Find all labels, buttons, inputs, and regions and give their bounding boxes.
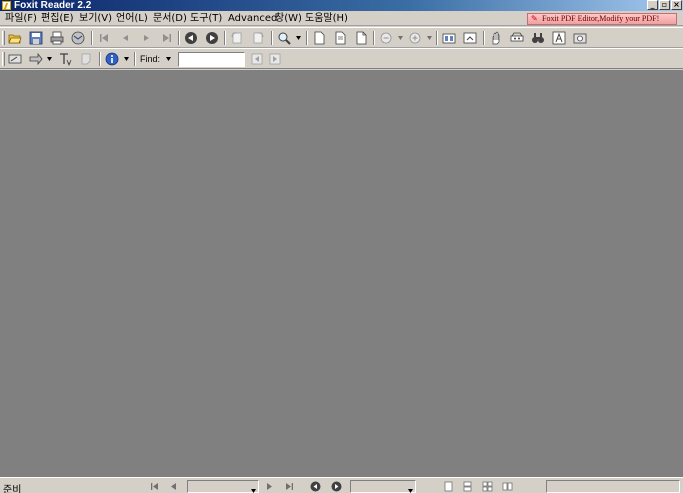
toolbar-separator bbox=[178, 31, 180, 45]
find-next-icon[interactable] bbox=[266, 51, 283, 67]
info-icon[interactable] bbox=[103, 51, 120, 67]
text-tool-icon[interactable] bbox=[550, 30, 567, 46]
menu-edit[interactable]: 편집(E) bbox=[38, 12, 77, 25]
back-icon[interactable] bbox=[182, 30, 199, 46]
rotate-left-icon[interactable] bbox=[228, 30, 245, 46]
email-icon[interactable] bbox=[69, 30, 86, 46]
status-back-icon[interactable] bbox=[308, 480, 322, 492]
rotate-right-icon[interactable] bbox=[249, 30, 266, 46]
status-bar: 준비 bbox=[0, 477, 683, 493]
single-page-icon[interactable] bbox=[310, 30, 327, 46]
print-icon[interactable] bbox=[48, 30, 65, 46]
zoom-out-dropdown-icon[interactable] bbox=[398, 36, 403, 40]
pen-icon: ✎ bbox=[531, 14, 538, 23]
zoom-in-dropdown-icon[interactable] bbox=[427, 36, 432, 40]
status-panel bbox=[546, 480, 680, 493]
window-title: Foxit Reader 2.2 bbox=[14, 0, 92, 11]
zoom-in-icon[interactable] bbox=[406, 30, 423, 46]
status-single-page-icon[interactable] bbox=[441, 480, 455, 492]
next-page-icon[interactable] bbox=[137, 30, 154, 46]
toolbar-grip[interactable] bbox=[2, 31, 5, 45]
menu-tools[interactable]: 도구(T) bbox=[187, 12, 225, 25]
menu-language[interactable]: 언어(L) bbox=[113, 12, 151, 25]
status-first-page-icon[interactable] bbox=[147, 480, 161, 492]
menu-file[interactable]: 파일(F) bbox=[2, 12, 40, 25]
main-toolbar bbox=[0, 27, 683, 48]
toolbar-separator bbox=[271, 31, 273, 45]
continuous-page-icon[interactable] bbox=[331, 30, 348, 46]
status-facing-icon[interactable] bbox=[480, 480, 494, 492]
ad-banner-text: Foxit PDF Editor,Modify your PDF! bbox=[542, 14, 660, 23]
zoom-out-icon[interactable] bbox=[377, 30, 394, 46]
menu-help[interactable]: 도움말(H) bbox=[302, 12, 351, 25]
binoculars-icon[interactable] bbox=[529, 30, 546, 46]
annotation-icon[interactable] bbox=[6, 51, 23, 67]
fit-page-icon[interactable] bbox=[461, 30, 478, 46]
menu-view[interactable]: 보기(V) bbox=[76, 12, 115, 25]
toolbar-separator bbox=[91, 31, 93, 45]
arrow-tool-dropdown-icon[interactable] bbox=[47, 57, 52, 61]
info-dropdown-icon[interactable] bbox=[124, 57, 129, 61]
page-dropdown-icon[interactable] bbox=[251, 485, 256, 493]
note-icon[interactable] bbox=[77, 51, 94, 67]
ad-banner[interactable]: ✎ Foxit PDF Editor,Modify your PDF! bbox=[527, 13, 677, 25]
previous-page-icon[interactable] bbox=[116, 30, 133, 46]
toolbar-separator bbox=[306, 31, 308, 45]
menu-window[interactable]: 창(W) bbox=[272, 12, 305, 25]
zoom-level-dropdown-icon[interactable] bbox=[408, 485, 413, 493]
status-previous-page-icon[interactable] bbox=[166, 480, 180, 492]
select-text-icon[interactable] bbox=[508, 30, 525, 46]
toolbar-separator bbox=[436, 31, 438, 45]
find-options-dropdown-icon[interactable] bbox=[166, 57, 171, 61]
zoom-level-box[interactable] bbox=[350, 480, 416, 493]
toolbar-separator bbox=[224, 31, 226, 45]
find-label: Find: bbox=[140, 54, 161, 64]
secondary-toolbar: Find: bbox=[0, 48, 683, 69]
page-number-box[interactable] bbox=[187, 480, 259, 493]
toolbar-separator bbox=[134, 52, 136, 66]
document-area[interactable] bbox=[0, 70, 683, 477]
status-next-page-icon[interactable] bbox=[262, 480, 276, 492]
close-button[interactable]: × bbox=[671, 0, 682, 10]
toolbar-separator bbox=[373, 31, 375, 45]
status-text: 준비 bbox=[3, 485, 22, 493]
find-input[interactable] bbox=[178, 52, 245, 67]
minimize-button[interactable]: _ bbox=[647, 0, 658, 10]
toolbar-separator bbox=[99, 52, 101, 66]
fit-width-icon[interactable] bbox=[440, 30, 457, 46]
status-last-page-icon[interactable] bbox=[282, 480, 296, 492]
menu-document[interactable]: 문서(D) bbox=[150, 12, 190, 25]
title-bar: Foxit Reader 2.2 _ ▫ × bbox=[0, 0, 683, 11]
status-forward-icon[interactable] bbox=[329, 480, 343, 492]
open-icon[interactable] bbox=[6, 30, 23, 46]
zoom-icon[interactable] bbox=[275, 30, 292, 46]
typewriter-icon[interactable] bbox=[56, 51, 73, 67]
first-page-icon[interactable] bbox=[95, 30, 112, 46]
snapshot-icon[interactable] bbox=[571, 30, 588, 46]
status-continuous-facing-icon[interactable] bbox=[500, 480, 514, 492]
last-page-icon[interactable] bbox=[158, 30, 175, 46]
save-icon[interactable] bbox=[27, 30, 44, 46]
find-previous-icon[interactable] bbox=[248, 51, 265, 67]
hand-tool-icon[interactable] bbox=[487, 30, 504, 46]
app-icon bbox=[2, 1, 11, 10]
toolbar-separator bbox=[483, 31, 485, 45]
zoom-dropdown-icon[interactable] bbox=[296, 36, 301, 40]
arrow-tool-icon[interactable] bbox=[27, 51, 44, 67]
facing-page-icon[interactable] bbox=[352, 30, 369, 46]
restore-button[interactable]: ▫ bbox=[659, 0, 670, 10]
status-continuous-icon[interactable] bbox=[460, 480, 474, 492]
forward-icon[interactable] bbox=[203, 30, 220, 46]
toolbar-grip[interactable] bbox=[2, 52, 5, 66]
